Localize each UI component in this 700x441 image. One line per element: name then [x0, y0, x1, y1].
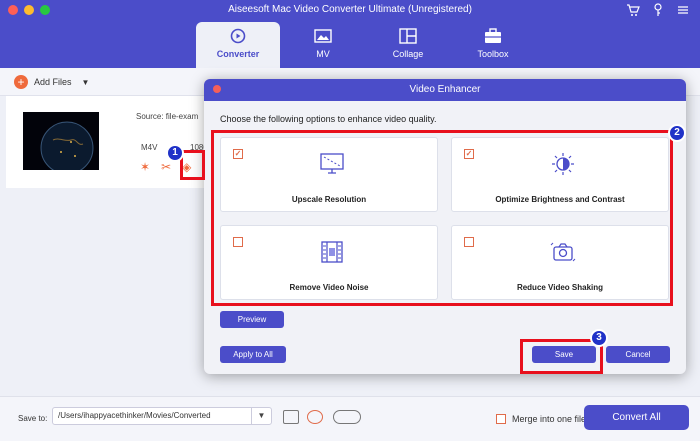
cancel-button[interactable]: Cancel: [606, 346, 670, 363]
tab-collage[interactable]: Collage: [366, 22, 450, 68]
step-marker-2: 2: [668, 124, 686, 142]
preview-button[interactable]: Preview: [220, 311, 284, 328]
window-title: Aiseesoft Mac Video Converter Ultimate (…: [228, 4, 472, 15]
tab-mv[interactable]: MV: [281, 22, 365, 68]
annotation-box-save: [520, 339, 603, 374]
header-icon-group: [626, 3, 690, 17]
merge-checkbox[interactable]: [496, 414, 506, 424]
menu-icon[interactable]: [676, 3, 690, 17]
tab-label: Converter: [216, 49, 260, 59]
key-icon[interactable]: [652, 3, 664, 17]
tab-converter[interactable]: Converter: [196, 22, 280, 68]
tab-label: MV: [316, 49, 330, 59]
collage-icon: [399, 28, 417, 44]
video-thumbnail[interactable]: [23, 112, 99, 170]
source-filename: Source: file-exam: [136, 112, 199, 121]
convert-all-button[interactable]: Convert All: [584, 405, 689, 430]
source-format: M4V: [141, 143, 158, 152]
add-files-label: Add Files: [34, 77, 72, 87]
save-path-value: /Users/ihappyacethinker/Movies/Converted: [58, 411, 211, 420]
file-card: [6, 96, 206, 188]
settings-gear-icon[interactable]: [333, 410, 361, 424]
earth-thumbnail-image: [23, 112, 99, 170]
app-header: Aiseesoft Mac Video Converter Ultimate (…: [0, 0, 700, 68]
dialog-header: Video Enhancer: [204, 79, 686, 101]
dialog-close-button[interactable]: [213, 85, 221, 93]
merge-toggle[interactable]: Merge into one file: [496, 414, 586, 424]
save-path-field[interactable]: /Users/ihappyacethinker/Movies/Converted…: [52, 407, 272, 425]
dialog-title: Video Enhancer: [409, 84, 481, 95]
cart-icon[interactable]: [626, 3, 640, 17]
tab-label: Toolbox: [477, 49, 509, 59]
scissors-icon[interactable]: ✂: [161, 160, 171, 174]
converter-icon: [230, 28, 246, 44]
wand-icon[interactable]: ✶: [140, 160, 150, 174]
merge-label: Merge into one file: [512, 414, 587, 424]
path-dropdown-icon[interactable]: ▼: [251, 408, 271, 424]
gpu-accel-icon[interactable]: [307, 410, 323, 424]
tab-toolbox[interactable]: Toolbox: [451, 22, 535, 68]
plus-icon: +: [14, 75, 28, 89]
step-marker-1: 1: [166, 144, 184, 162]
tab-label: Collage: [392, 49, 424, 59]
annotation-box-options: [211, 130, 673, 306]
toolbox-icon: [485, 28, 501, 43]
add-files-button[interactable]: + Add Files ▼: [14, 75, 89, 89]
mv-icon: [314, 29, 332, 43]
step-marker-3: 3: [590, 329, 608, 347]
save-to-label: Save to:: [18, 414, 48, 423]
apply-to-all-button[interactable]: Apply to All: [220, 346, 286, 363]
main-tabs: Converter MV Collage Toolbox: [196, 22, 536, 68]
dialog-description: Choose the following options to enhance …: [220, 114, 437, 124]
folder-icon[interactable]: [283, 410, 299, 424]
chevron-down-icon[interactable]: ▼: [82, 78, 90, 87]
